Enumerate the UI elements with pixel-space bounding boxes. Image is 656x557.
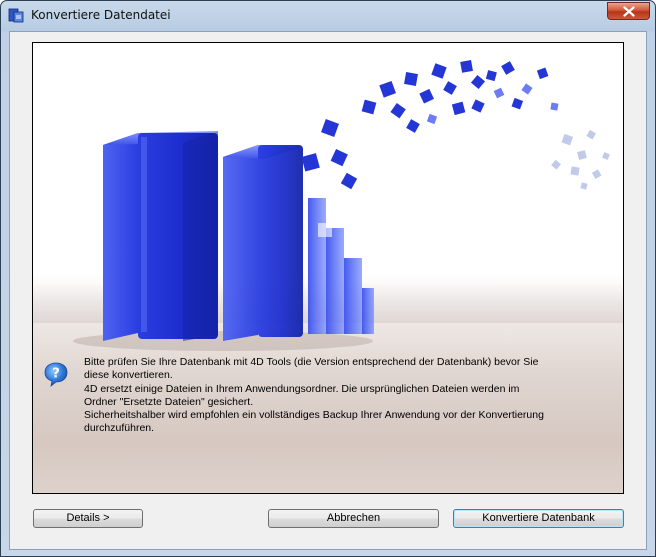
- details-button[interactable]: Details >: [33, 509, 143, 528]
- message-line: diese konvertieren.: [84, 369, 173, 382]
- convert-database-button[interactable]: Konvertiere Datenbank: [453, 509, 624, 528]
- svg-text:?: ?: [52, 367, 60, 382]
- message-line: Ordner "Ersetzte Dateien" gesichert.: [84, 395, 254, 408]
- title-bar[interactable]: Konvertiere Datendatei: [1, 1, 655, 31]
- window-title: Konvertiere Datendatei: [31, 8, 171, 22]
- conversion-message: Bitte prüfen Sie Ihre Datenbank mit 4D T…: [84, 356, 614, 436]
- message-line: Bitte prüfen Sie Ihre Datenbank mit 4D T…: [84, 356, 539, 368]
- help-question-icon: ?: [44, 362, 68, 387]
- app-icon: [8, 8, 24, 23]
- cancel-button[interactable]: Abbrechen: [268, 509, 439, 528]
- message-line: Sicherheitshalber wird empfohlen ein vol…: [84, 409, 544, 422]
- message-line: 4D ersetzt einige Dateien in Ihrem Anwen…: [84, 382, 520, 395]
- message-line: durchzuführen.: [84, 422, 155, 435]
- close-icon: [623, 6, 635, 17]
- close-button[interactable]: [607, 2, 650, 20]
